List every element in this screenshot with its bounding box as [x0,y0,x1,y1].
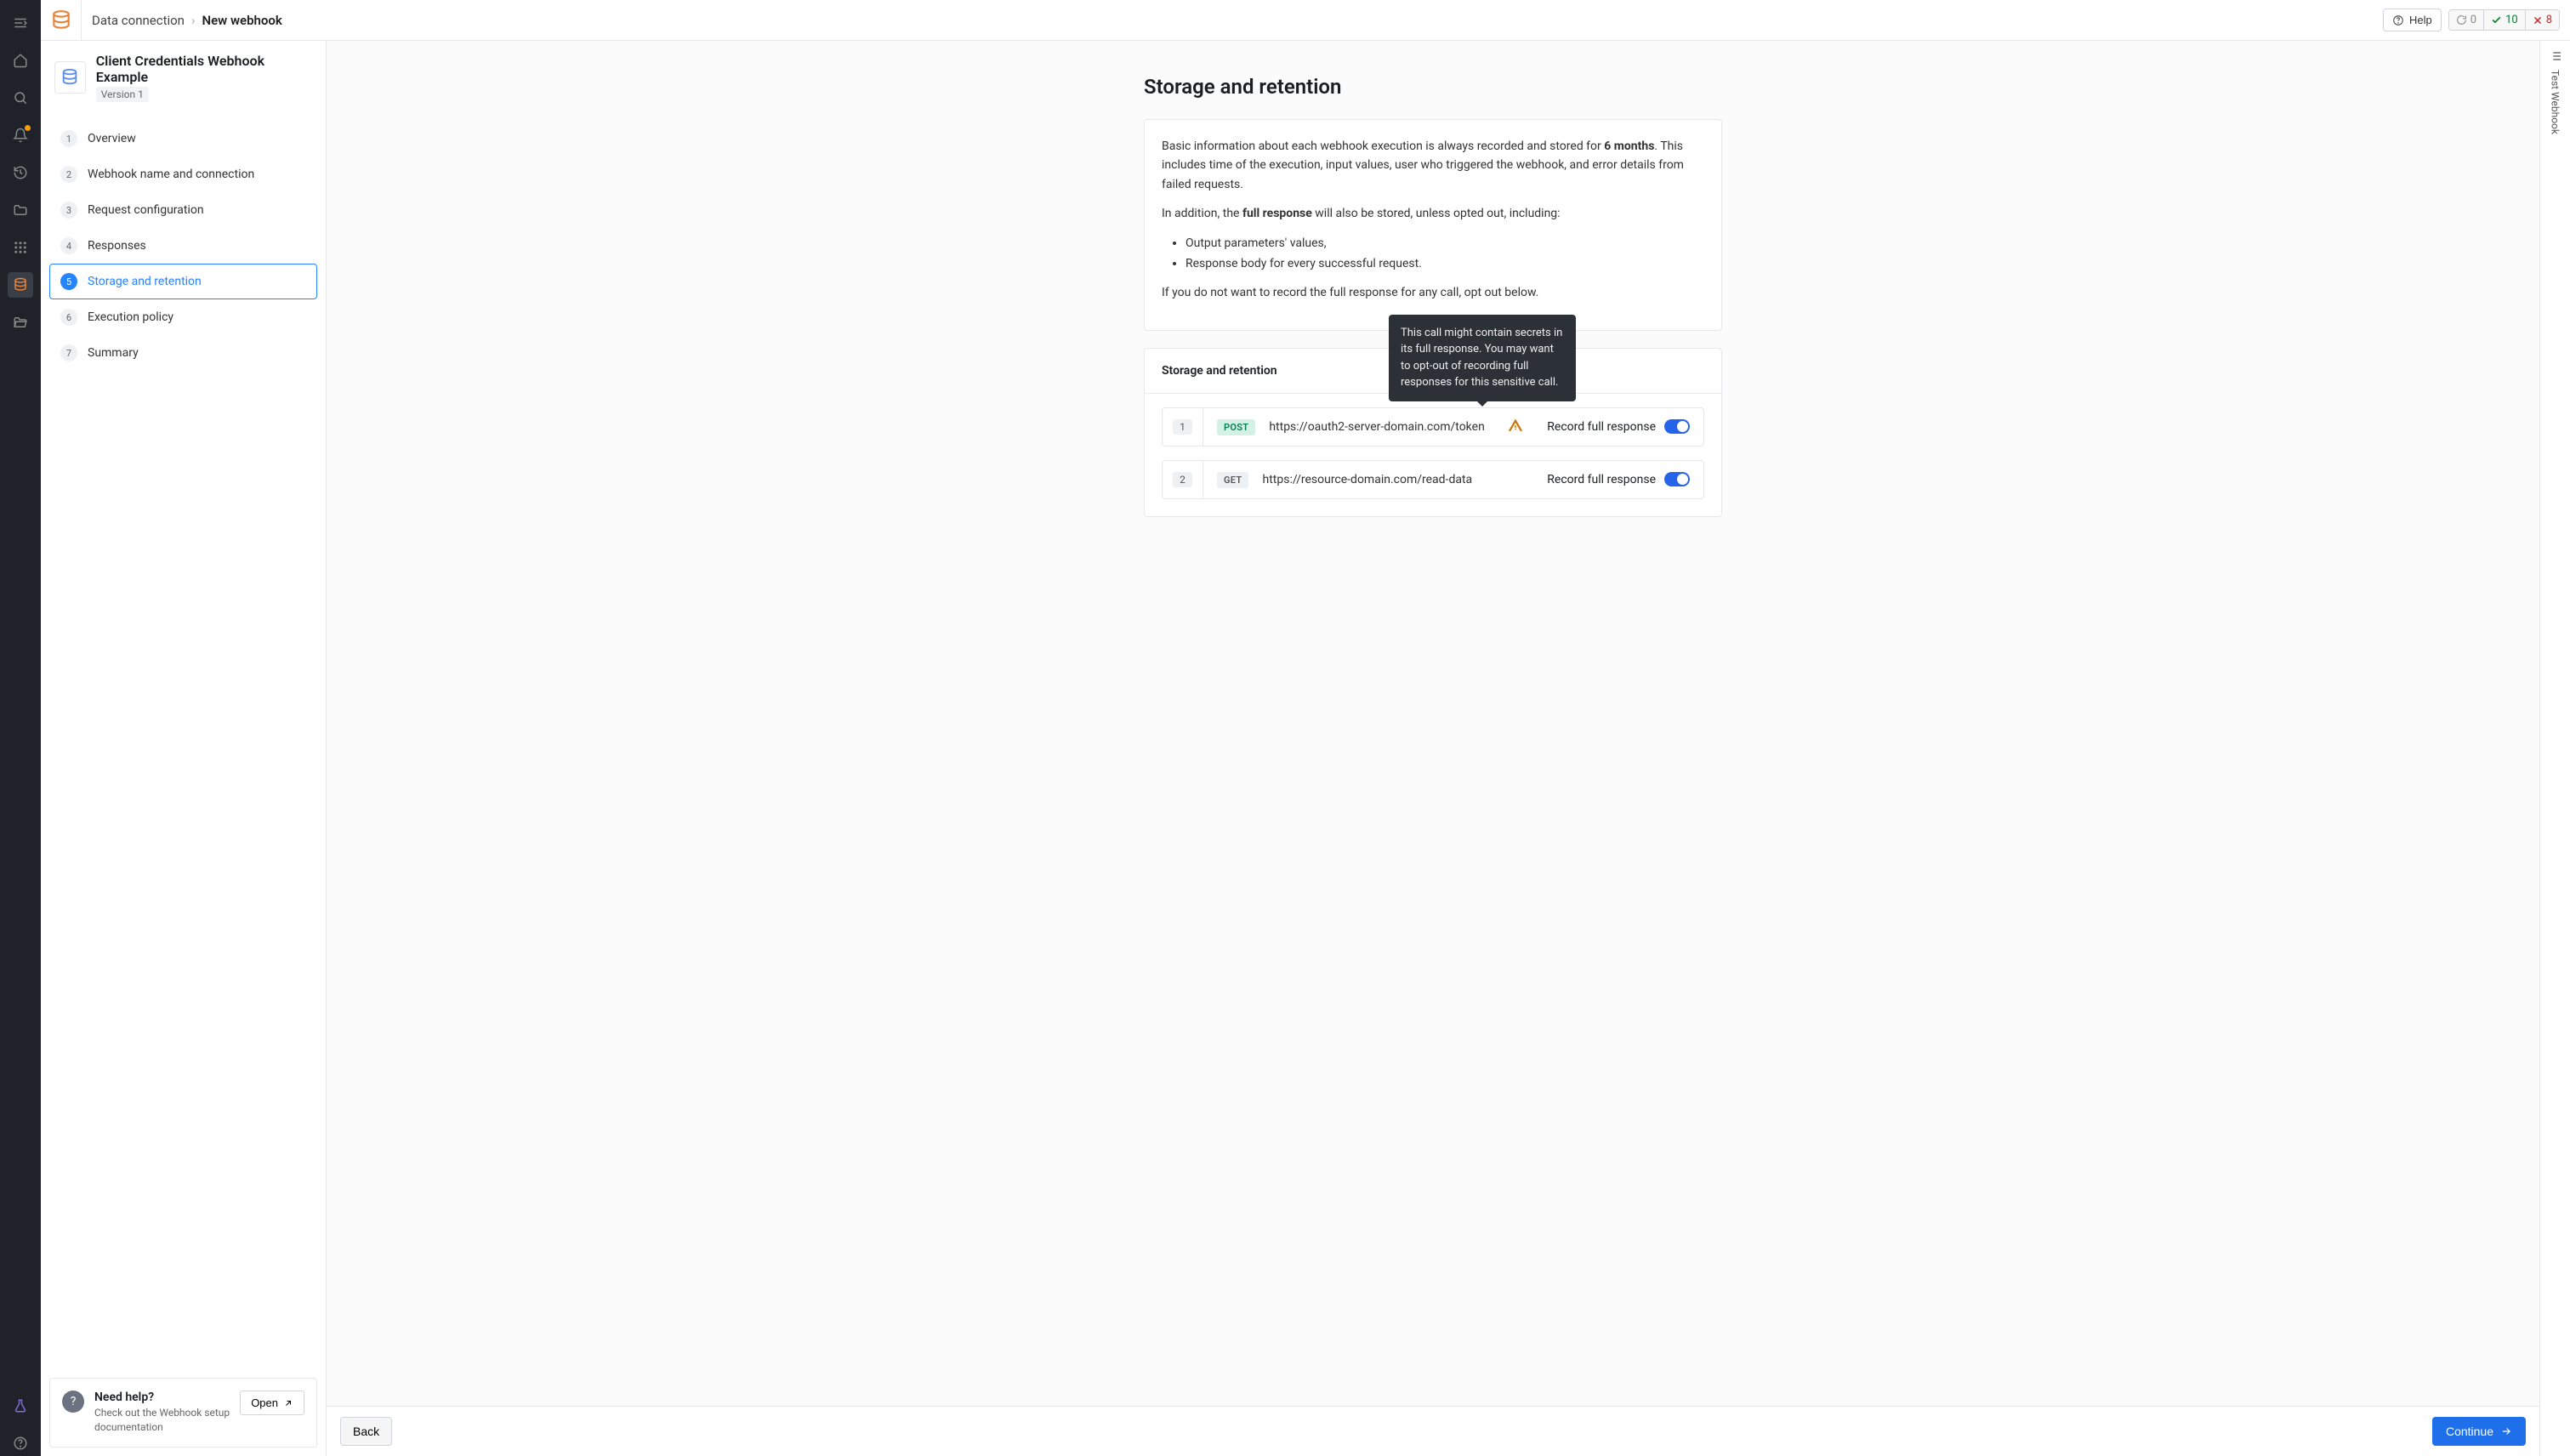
home-icon[interactable] [8,48,33,73]
menu-toggle-icon[interactable] [8,10,33,36]
step-request-config[interactable]: 3Request configuration [49,192,317,228]
version-chip: Version 1 [96,87,149,102]
request-row-1: This call might contain secrets in its f… [1162,407,1704,446]
wizard-footer: Back Continue [327,1406,2539,1456]
list-icon[interactable] [2549,49,2562,63]
info-p2: In addition, the full response will also… [1162,204,1704,223]
app-brand-icon [41,0,82,41]
status-pending[interactable]: 0 [2449,10,2484,30]
step-list: 1Overview 2Webhook name and connection 3… [41,114,326,1369]
status-ok[interactable]: 10 [2484,10,2526,30]
info-li1: Output parameters' values, [1185,234,1704,253]
step-execution-policy[interactable]: 6Execution policy [49,299,317,335]
wizard-sidebar: Client Credentials Webhook Example Versi… [41,41,327,1456]
test-webhook-tab[interactable]: Test Webhook [2550,70,2561,134]
apps-icon[interactable] [8,235,33,260]
record-response-toggle[interactable] [1664,472,1690,486]
help-label: Help [2409,14,2432,26]
record-response-toggle[interactable] [1664,419,1690,434]
open-folder-icon[interactable] [8,310,33,335]
request-url: https://oauth2-server-domain.com/token [1269,408,1498,446]
help-card: ? Need help? Check out the Webhook setup… [49,1378,317,1447]
toggle-label: Record full response [1547,473,1656,486]
method-badge: GET [1217,472,1248,488]
test-rail: Test Webhook [2539,41,2570,1456]
warning-icon[interactable] [1498,418,1533,436]
webhook-title: Client Credentials Webhook Example [96,53,312,85]
method-badge: POST [1217,419,1255,435]
search-icon[interactable] [8,85,33,111]
breadcrumb-root[interactable]: Data connection [92,13,185,28]
request-num: 1 [1173,419,1192,435]
chevron-right-icon: › [191,13,196,28]
help-button[interactable]: Help [2383,9,2442,31]
history-icon[interactable] [8,160,33,185]
topbar: Data connection › New webhook Help 0 10 … [41,0,2570,41]
info-li2: Response body for every successful reque… [1185,254,1704,273]
help-card-icon: ? [62,1391,84,1413]
step-responses[interactable]: 4Responses [49,228,317,264]
database-icon[interactable] [8,272,33,298]
request-num: 2 [1173,472,1192,487]
help-card-desc: Check out the Webhook setup documentatio… [94,1406,230,1435]
folder-icon[interactable] [8,197,33,223]
left-rail [0,0,41,1456]
help-open-button[interactable]: Open [240,1391,304,1415]
status-group: 0 10 8 [2448,9,2560,31]
breadcrumb: Data connection › New webhook [92,13,282,28]
back-button[interactable]: Back [340,1417,392,1446]
breadcrumb-current: New webhook [202,13,281,28]
continue-button[interactable]: Continue [2432,1417,2526,1446]
help-circle-icon[interactable] [8,1430,33,1456]
info-p3: If you do not want to record the full re… [1162,283,1704,302]
help-card-title: Need help? [94,1391,230,1404]
toggle-label: Record full response [1547,420,1656,434]
info-p1: Basic information about each webhook exe… [1162,137,1704,194]
page-heading: Storage and retention [1144,75,1722,99]
step-storage-retention[interactable]: 5Storage and retention [49,264,317,299]
request-url: https://resource-domain.com/read-data [1262,461,1533,498]
info-card: Basic information about each webhook exe… [1144,119,1722,331]
content-area: Storage and retention Basic information … [327,41,2539,1456]
flask-icon[interactable] [8,1393,33,1419]
retention-card: Storage and retention This call might co… [1144,348,1722,517]
request-row-2: 2 GET https://resource-domain.com/read-d… [1162,460,1704,499]
step-name-connection[interactable]: 2Webhook name and connection [49,156,317,192]
webhook-logo-icon [54,61,86,94]
warning-tooltip: This call might contain secrets in its f… [1389,315,1576,401]
step-overview[interactable]: 1Overview [49,121,317,156]
status-error[interactable]: 8 [2526,10,2559,30]
notifications-icon[interactable] [8,122,33,148]
step-summary[interactable]: 7Summary [49,335,317,371]
